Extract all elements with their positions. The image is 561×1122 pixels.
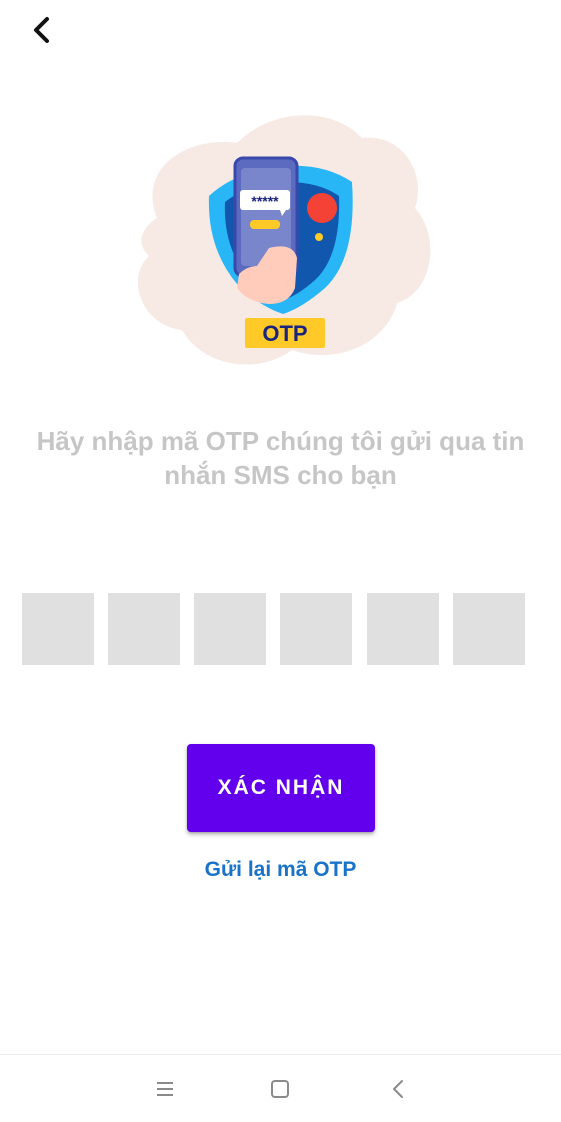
otp-digit-3[interactable] [194,593,266,665]
nav-home-button[interactable] [262,1071,298,1107]
otp-digit-2[interactable] [108,593,180,665]
otp-digit-1[interactable] [22,593,94,665]
back-button[interactable] [22,10,62,50]
otp-digit-6[interactable] [453,593,525,665]
chevron-left-icon [34,17,49,43]
resend-otp-link[interactable]: Gửi lại mã OTP [0,858,561,882]
otp-input-group [22,593,526,665]
nav-back-button[interactable] [380,1071,416,1107]
otp-digit-4[interactable] [280,593,352,665]
back-icon [393,1080,403,1098]
otp-digit-5[interactable] [367,593,439,665]
notification-dot-icon [307,193,337,223]
menu-icon [157,1082,173,1096]
nav-menu-button[interactable] [147,1071,183,1107]
instruction-text: Hãy nhập mã OTP chúng tôi gửi qua tin nh… [36,426,525,490]
svg-text:*****: ***** [251,193,279,209]
otp-illustration: ***** OTP [97,98,463,376]
svg-text:OTP: OTP [262,321,307,346]
home-icon [271,1080,289,1098]
confirm-button[interactable]: XÁC NHẬN [187,744,375,832]
nav-bar-divider [0,1054,561,1055]
